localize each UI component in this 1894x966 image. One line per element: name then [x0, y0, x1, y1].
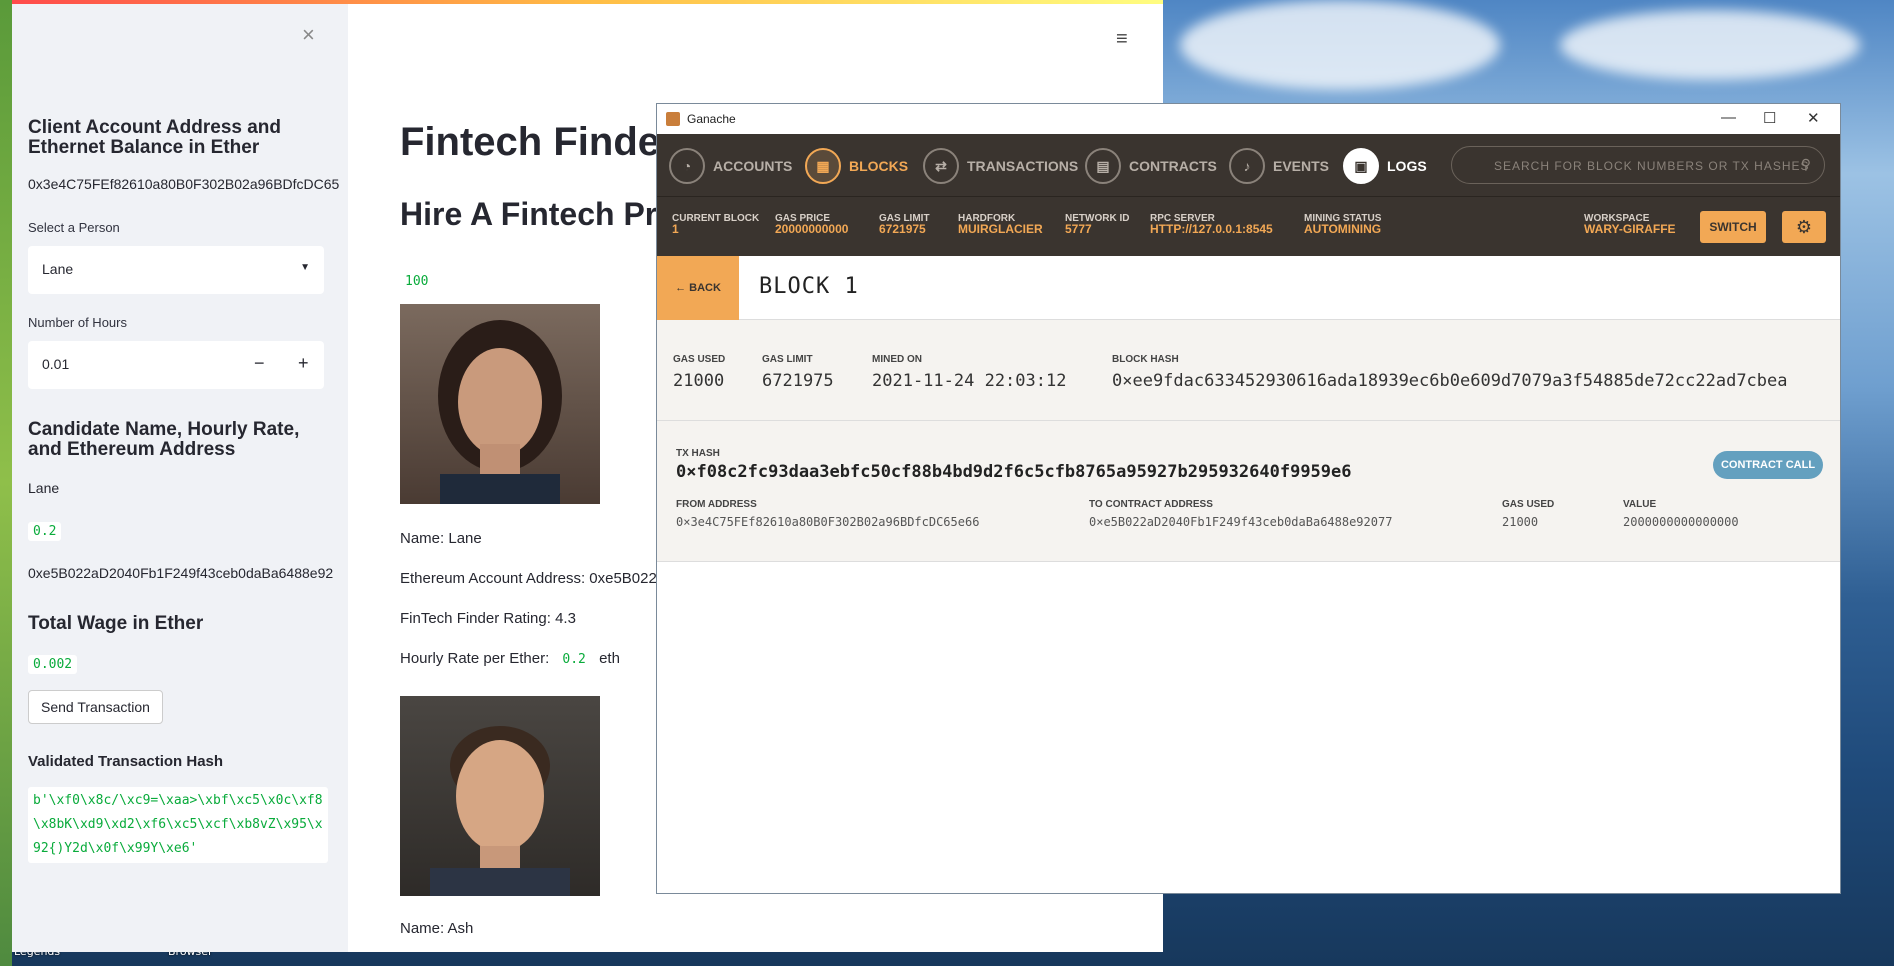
rate-label: Hourly Rate per Ether:: [400, 650, 550, 667]
nav-transactions[interactable]: ⇄ TRANSACTIONS: [923, 148, 1078, 184]
send-transaction-button[interactable]: Send Transaction: [28, 690, 163, 724]
account-heading: Client Account Address and Ethernet Bala…: [28, 117, 282, 158]
decrement-button[interactable]: −: [254, 353, 265, 374]
search-icon: ⚲: [1800, 156, 1812, 172]
nav-events[interactable]: ♪ EVENTS: [1229, 148, 1329, 184]
increment-button[interactable]: +: [298, 353, 309, 374]
mined-on-field: MINED ON 2021-11-24 22:03:12: [872, 354, 1067, 391]
candidate-name-text-2: Name: Ash: [400, 920, 474, 937]
nav-label: CONTRACTS: [1129, 158, 1217, 174]
ganache-logo-icon: [666, 112, 680, 126]
tx-gas-used-field: GAS USED 21000: [1502, 499, 1555, 529]
ganache-window: Ganache — ☐ ✕ ◔ ACCOUNTS ▦ BLOCKS ⇄ TRANSAC…: [656, 103, 1841, 894]
minimize-button[interactable]: —: [1721, 109, 1736, 126]
contract-call-badge: CONTRACT CALL: [1713, 451, 1823, 479]
from-address-field: FROM ADDRESS 0×3e4C75FEf82610a80B0F302B02…: [676, 499, 980, 529]
person-select[interactable]: Lane ▼: [28, 246, 324, 294]
menu-icon[interactable]: ≡: [1116, 28, 1128, 51]
tx-value-field: VALUE 2000000000000000: [1623, 499, 1739, 529]
nav-label: TRANSACTIONS: [967, 158, 1079, 174]
network-id-stat: NETWORK ID 5777: [1065, 213, 1130, 236]
block-hash-field: BLOCK HASH 0×ee9fdac633452930616ada18939e…: [1112, 354, 1788, 391]
cloud: [1560, 10, 1860, 80]
page-title: Fintech Finder: [400, 120, 676, 164]
select-value: Lane: [42, 261, 74, 277]
title-bar: Ganache — ☐ ✕: [657, 104, 1840, 134]
hours-input[interactable]: 0.01 − +: [28, 341, 324, 389]
wage-value: 0.002: [28, 655, 78, 674]
tx-hash-label: TX HASH: [676, 448, 720, 459]
switch-button[interactable]: SWITCH: [1700, 211, 1766, 243]
gas-limit-stat: GAS LIMIT 6721975: [879, 213, 930, 236]
rpc-server-stat: RPC SERVER HTTP://127.0.0.1:8545: [1150, 213, 1273, 236]
block-header: ← BACK BLOCK 1: [657, 256, 1840, 320]
close-sidebar-icon[interactable]: ×: [302, 22, 315, 48]
back-button[interactable]: ← BACK: [657, 256, 739, 320]
transaction-row[interactable]: TX HASH 0×f08c2fc93daa3ebfc50cf88b4bd9d2…: [657, 421, 1840, 562]
swap-icon: ⇄: [923, 148, 959, 184]
ganache-nav: ◔ ACCOUNTS ▦ BLOCKS ⇄ TRANSACTIONS ▤ CONTRAC…: [657, 134, 1840, 196]
nav-logs[interactable]: ▣ LOGS: [1343, 148, 1427, 184]
search-placeholder: SEARCH FOR BLOCK NUMBERS OR TX HASHES: [1494, 159, 1810, 173]
page-subtitle: Hire A Fintech Pro: [400, 196, 677, 232]
rate-unit: eth: [599, 650, 620, 667]
candidate-address: 0xe5B022aD2040Fb1F249f43ceb0daBa6488e92: [28, 565, 334, 581]
candidate-name: Lane: [28, 480, 60, 496]
candidate-photo-lane: [400, 304, 600, 504]
desktop-edge: [0, 0, 12, 966]
to-address-field: TO CONTRACT ADDRESS 0×e5B022aD2040Fb1F249…: [1089, 499, 1393, 529]
eth-address-text: Ethereum Account Address: 0xe5B022a: [400, 570, 666, 587]
select-label: Select a Person: [28, 220, 120, 235]
gas-used-field: GAS USED 21000: [673, 354, 726, 391]
hash-heading: Validated Transaction Hash: [28, 753, 224, 770]
status-bar: CURRENT BLOCK 1 GAS PRICE 20000000000 GAS …: [657, 196, 1840, 256]
window-title: Ganache: [687, 112, 736, 126]
block-info: GAS USED 21000 GAS LIMIT 6721975 MINED ON 2…: [657, 320, 1840, 421]
person-icon: ◔: [669, 148, 705, 184]
transaction-hash: b'\xf0\x8c/\xc9=\xaa>\xbf\xc5\x0c\xf8\x8…: [28, 787, 328, 863]
candidate-photo-ash: [400, 696, 600, 896]
terminal-icon: ▣: [1343, 148, 1379, 184]
hours-value: 0.01: [42, 356, 70, 372]
cloud: [1180, 0, 1500, 90]
mining-status-stat: MINING STATUS AUTOMINING: [1304, 213, 1382, 236]
rate-value: 0.2: [557, 650, 591, 669]
current-block-stat: CURRENT BLOCK 1: [672, 213, 760, 236]
nav-accounts[interactable]: ◔ ACCOUNTS: [669, 148, 792, 184]
candidate-heading: Candidate Name, Hourly Rate, and Ethereu…: [28, 419, 300, 460]
close-button[interactable]: ✕: [1807, 109, 1820, 127]
sidebar: × Client Account Address and Ethernet Ba…: [12, 4, 348, 952]
tx-hash: 0×f08c2fc93daa3ebfc50cf88b4bd9d2f6c5cfb8…: [676, 462, 1352, 482]
block-title: BLOCK 1: [759, 274, 859, 299]
hourly-rate-text: Hourly Rate per Ether: 0.2 eth: [400, 650, 620, 669]
wage-heading: Total Wage in Ether: [28, 613, 204, 634]
gas-limit-field: GAS LIMIT 6721975: [762, 354, 834, 391]
account-address: 0x3e4C75FEf82610a80B0F302B02a96BDfcDC65: [28, 176, 340, 192]
gas-price-stat: GAS PRICE 20000000000: [775, 213, 849, 236]
search-input[interactable]: SEARCH FOR BLOCK NUMBERS OR TX HASHES ⚲: [1451, 146, 1825, 184]
document-icon: ▤: [1085, 148, 1121, 184]
gear-icon[interactable]: ⚙: [1782, 211, 1826, 243]
nav-label: EVENTS: [1273, 158, 1330, 174]
nav-label: ACCOUNTS: [713, 158, 793, 174]
candidate-rate: 0.2: [28, 522, 62, 541]
maximize-button[interactable]: ☐: [1763, 109, 1776, 127]
hardfork-stat: HARDFORK MUIRGLACIER: [958, 213, 1043, 236]
nav-label: BLOCKS: [849, 158, 909, 174]
count-value: 100: [400, 272, 434, 291]
rating-text: FinTech Finder Rating: 4.3: [400, 610, 576, 627]
nav-label: LOGS: [1387, 158, 1427, 174]
candidate-name-text: Name: Lane: [400, 530, 482, 547]
grid-icon: ▦: [805, 148, 841, 184]
nav-blocks[interactable]: ▦ BLOCKS: [805, 148, 908, 184]
workspace-stat: WORKSPACE WARY-GIRAFFE: [1584, 213, 1676, 236]
nav-contracts[interactable]: ▤ CONTRACTS: [1085, 148, 1217, 184]
hours-label: Number of Hours: [28, 315, 127, 330]
chevron-down-icon: ▼: [300, 262, 310, 273]
bell-icon: ♪: [1229, 148, 1265, 184]
